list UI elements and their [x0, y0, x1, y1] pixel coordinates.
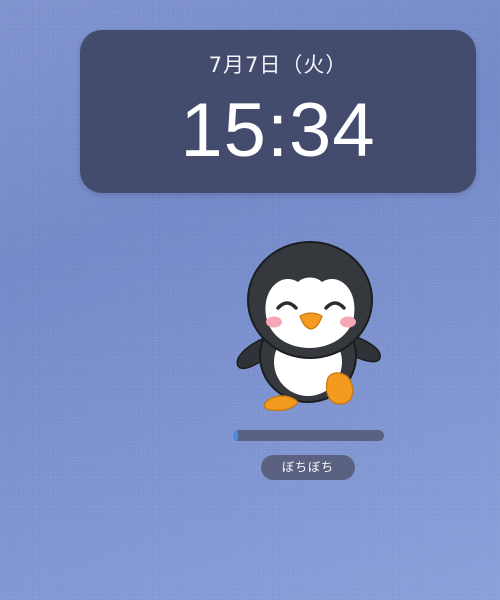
progress-fill	[233, 430, 238, 441]
status-button[interactable]: ぼちぼち	[261, 455, 355, 480]
clock-widget: 7月7日（火） 15:34	[80, 30, 476, 193]
penguin-mascot-icon	[232, 238, 388, 416]
clock-date: 7月7日（火）	[208, 53, 348, 77]
progress-bar	[233, 430, 384, 441]
clock-time: 15:34	[180, 88, 376, 173]
